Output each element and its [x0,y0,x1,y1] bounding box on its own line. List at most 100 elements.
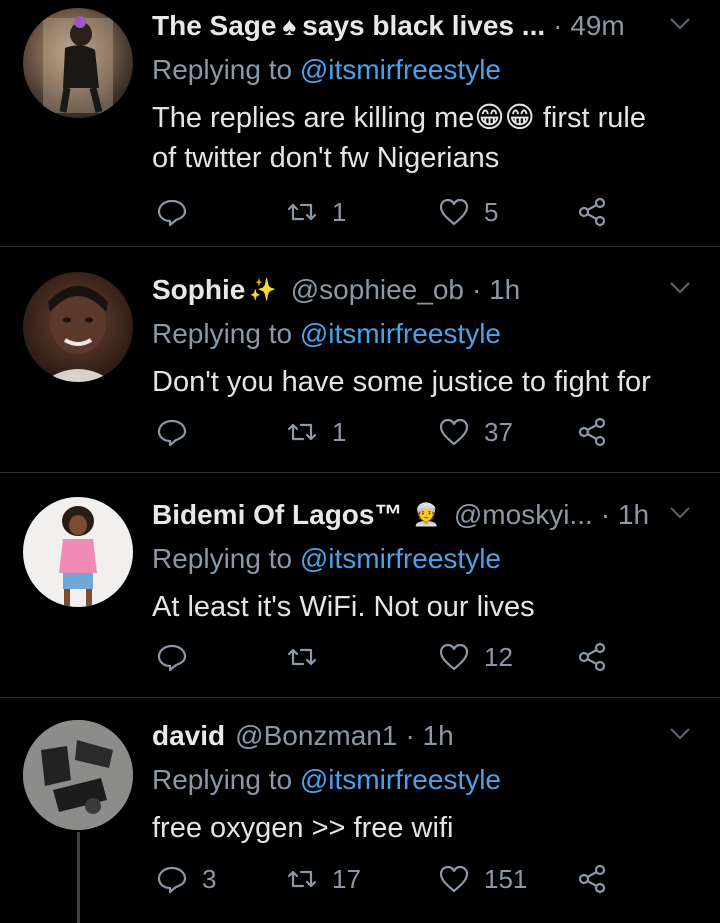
replying-to: Replying to @itsmirfreestyle [152,54,501,86]
share-icon [578,417,606,447]
like-button[interactable]: 5 [438,192,498,232]
tweet-text: Don't you have some justice to fight for [152,362,692,402]
display-name[interactable]: david [152,720,225,752]
retweet-icon [287,870,317,888]
like-count: 12 [484,641,513,672]
tweet-header: david @Bonzman1 · 1h [152,716,454,756]
display-name[interactable]: Bidemi Of Lagos™ [152,499,402,531]
like-button[interactable]: 37 [438,412,513,452]
like-icon [439,198,469,226]
like-count: 5 [484,196,499,227]
tweet-4[interactable]: david @Bonzman1 · 1h Replying to @itsmir… [0,716,720,923]
chevron-down-icon[interactable] [668,505,692,521]
timestamp[interactable]: · 1h [405,720,453,752]
avatar-image [59,506,97,607]
like-count: 151 [484,863,528,894]
display-name-suffix[interactable]: says black lives ... [302,10,545,42]
spade-icon: ♠ [282,10,297,41]
retweet-icon [287,648,317,666]
chevron-down-icon[interactable] [668,726,692,742]
mention-link[interactable]: @itsmirfreestyle [300,318,501,349]
retweet-icon [287,203,317,221]
reply-button[interactable] [156,412,202,452]
avatar-image [23,720,133,830]
person-turban-icon: 👳 [412,502,440,527]
avatar-image [43,16,113,113]
share-icon [578,864,606,894]
reply-button[interactable] [156,637,202,677]
share-button[interactable] [576,859,608,899]
replying-to-label: Replying to [152,764,293,795]
reply-icon [157,199,187,227]
tweet-text-line: Don't you have some justice to fight for [152,366,651,398]
timestamp[interactable]: · 49m [553,10,625,42]
divider [0,246,720,247]
retweet-button[interactable]: 1 [286,412,346,452]
share-button[interactable] [576,412,608,452]
retweet-button[interactable] [286,637,332,677]
action-bar: 1 37 [150,412,630,452]
reply-count: 3 [202,863,217,894]
user-handle[interactable]: @moskyi... [454,499,593,531]
sparkles-icon: ✨ [249,277,277,302]
timestamp[interactable]: · 1h [601,499,649,531]
share-button[interactable] [576,192,608,232]
retweet-count: 1 [332,416,347,447]
mention-link[interactable]: @itsmirfreestyle [300,543,501,574]
replying-to: Replying to @itsmirfreestyle [152,764,501,796]
display-name[interactable]: Sophie [152,274,245,306]
tweet-text-line: of twitter don't fw Nigerians [152,142,500,174]
tweet-header: The Sage ♠ says black lives ... · 49m [152,6,625,46]
replying-to-label: Replying to [152,318,293,349]
like-icon [439,418,469,446]
replying-to-label: Replying to [152,54,293,85]
mention-link[interactable]: @itsmirfreestyle [300,54,501,85]
avatar-image [43,286,113,382]
avatar[interactable] [23,8,133,118]
reply-button[interactable] [156,192,202,232]
tweet-3[interactable]: Bidemi Of Lagos™ 👳 @moskyi... · 1h Reply… [0,495,720,697]
like-icon [439,865,469,893]
avatar[interactable] [23,272,133,382]
timestamp[interactable]: · 1h [472,274,520,306]
user-handle[interactable]: @Bonzman1 [235,720,397,752]
user-handle[interactable]: @sophiee_ob [291,274,464,306]
reply-icon [157,419,187,447]
replying-to-label: Replying to [152,543,293,574]
divider [0,697,720,698]
like-button[interactable]: 12 [438,637,513,677]
share-icon [578,197,606,227]
chevron-down-icon[interactable] [668,280,692,296]
tweet-1[interactable]: The Sage ♠ says black lives ... · 49m Re… [0,6,720,246]
share-icon [578,642,606,672]
chevron-down-icon[interactable] [668,16,692,32]
display-name[interactable]: The Sage [152,10,276,42]
like-count: 37 [484,416,513,447]
tweet-text-line: free oxygen >> free wifi [152,812,454,844]
tweet-text: At least it's WiFi. Not our lives [152,587,692,627]
tweet-text-line: At least it's WiFi. Not our lives [152,591,535,623]
tweet-text: The replies are killing me😁😁 first rule … [152,98,692,178]
tweet-header: Sophie ✨ @sophiee_ob · 1h [152,270,520,310]
like-icon [439,643,469,671]
tweet-text-line: The replies are killing me😁😁 first rule [152,102,647,134]
tweet-2[interactable]: Sophie ✨ @sophiee_ob · 1h Replying to @i… [0,270,720,472]
divider [0,472,720,473]
avatar[interactable] [23,720,133,830]
retweet-count: 1 [332,196,347,227]
mention-link[interactable]: @itsmirfreestyle [300,764,501,795]
like-button[interactable]: 151 [438,859,527,899]
replying-to: Replying to @itsmirfreestyle [152,318,501,350]
reply-button[interactable]: 3 [156,859,216,899]
action-bar: 12 [150,637,630,677]
avatar[interactable] [23,497,133,607]
action-bar: 1 5 [150,192,630,232]
tweet-text: free oxygen >> free wifi [152,808,692,848]
retweet-icon [287,423,317,441]
reply-icon [157,644,187,672]
retweet-button[interactable]: 1 [286,192,346,232]
reply-icon [157,866,187,894]
retweet-button[interactable]: 17 [286,859,361,899]
share-button[interactable] [576,637,608,677]
retweet-count: 17 [332,863,361,894]
